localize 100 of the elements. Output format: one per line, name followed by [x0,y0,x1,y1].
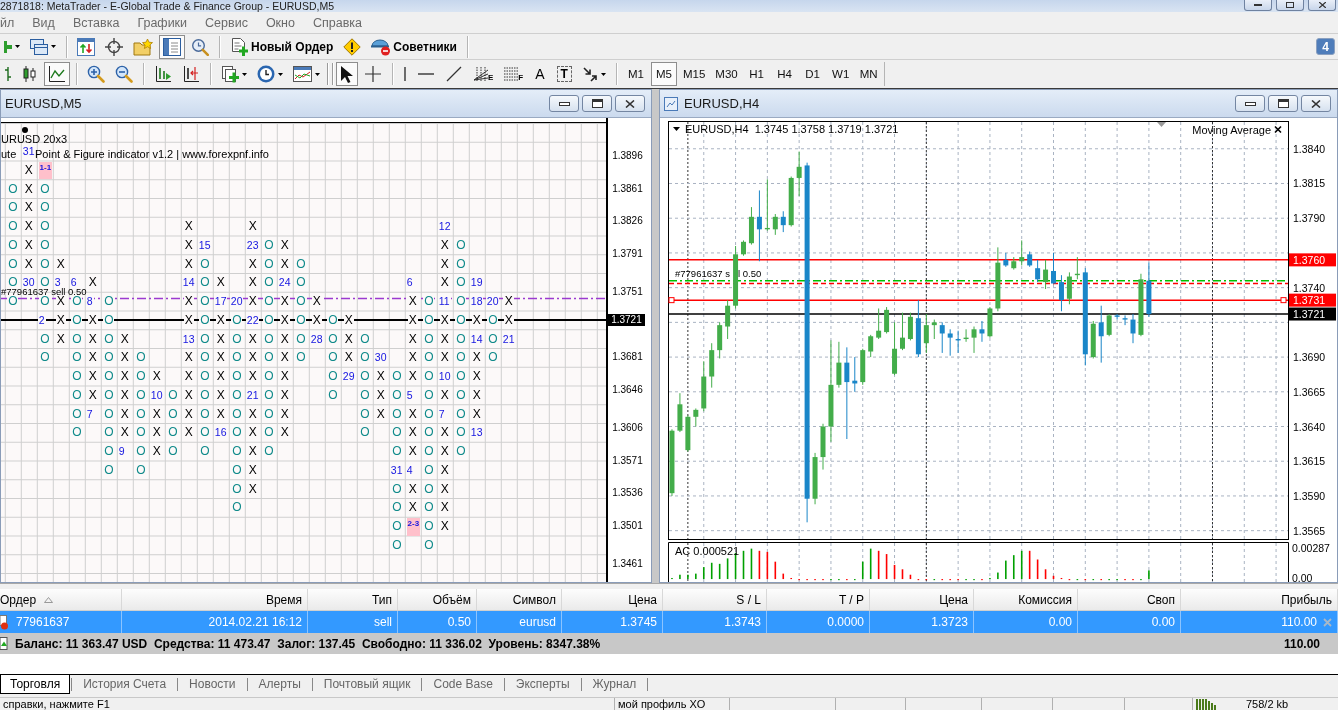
x-mark: X [407,408,418,419]
toolbar-button[interactable] [159,34,185,59]
shift-marker-icon[interactable] [1157,122,1166,127]
column-header[interactable]: Цена [870,589,974,610]
column-header[interactable]: Своп [1078,589,1181,610]
caret-icon[interactable] [673,127,680,131]
timeframe-button[interactable]: W1 [827,62,854,86]
menu-item[interactable]: йл [0,15,15,30]
close-button[interactable] [615,95,645,112]
timeframe-button[interactable]: M30 [711,62,742,86]
timeframe-button[interactable]: H4 [771,62,798,86]
o-mark: O [231,333,243,344]
o-mark: O [359,333,371,344]
o-mark: O [423,427,435,438]
candle-wick [695,407,697,427]
tab[interactable]: Почтовый ящик [313,675,421,694]
timeframe-button[interactable]: H1 [743,62,770,86]
column-header[interactable]: Комиссия [974,589,1078,610]
tab[interactable]: Торговля [0,675,71,694]
menu-item[interactable]: Графики [137,15,188,30]
column-header[interactable]: Ордер [0,589,122,610]
price-line[interactable] [668,313,1289,315]
menu-item[interactable]: Вид [32,15,55,30]
x-mark: X [375,389,386,400]
arrows-icon [581,66,598,82]
toolbar-button[interactable]: Советники [367,34,461,59]
column-header[interactable]: Тип [308,589,398,610]
column-header[interactable]: S / L [663,589,767,610]
chart-label: URUSD 20x3 [1,133,68,145]
tab[interactable]: Журнал [582,675,647,694]
x-mark: X [87,389,98,400]
vertical-line-icon [403,65,407,83]
menu-item[interactable]: Окно [265,15,295,30]
column-header[interactable]: T / P [767,589,870,610]
timeframe-button[interactable]: D1 [799,62,826,86]
x-mark: X [503,314,514,325]
toolbar-button[interactable] [44,62,70,86]
o-mark: O [263,277,275,288]
toolbar-button[interactable]: F [499,62,528,86]
toolbar-button[interactable]: A [529,62,551,86]
column-header[interactable]: Время [122,589,308,610]
x-mark: X [23,258,34,269]
minimize-button[interactable] [549,95,579,112]
axis-label: 1.3815 [1293,177,1326,190]
restore-button[interactable] [1268,95,1298,112]
toolbar-button[interactable]: T [552,62,576,86]
toolbar-button[interactable]: Новый Ордер [226,34,338,59]
price-line[interactable] [668,282,1289,285]
o-mark: O [135,464,147,475]
candle-wick [886,306,888,334]
sort-icon [44,596,54,603]
o-mark: O [455,333,467,344]
menu-item[interactable]: Сервис [205,15,248,30]
o-mark: O [455,314,467,325]
x-mark: X [87,333,98,344]
candle [828,384,834,427]
timeframe-button[interactable]: M15 [678,62,710,86]
minimize-button[interactable] [1235,95,1265,112]
column-header[interactable]: Прибыль [1181,589,1338,610]
candle-wick [727,299,729,340]
close-button[interactable] [1308,0,1336,11]
x-mark: X [119,371,130,382]
handle-icon[interactable] [668,297,675,304]
close-button[interactable] [1301,95,1331,112]
axis-label: 1.3861 [612,182,643,195]
minimize-button[interactable] [1244,0,1272,11]
timeframe-button[interactable]: MN [855,62,882,86]
messages-button[interactable]: 4 [1316,38,1335,55]
timeframe-button[interactable]: M1 [622,62,649,86]
o-mark: O [231,464,243,475]
candle [669,430,675,494]
menu-item[interactable]: Справка [312,15,362,30]
x-mark: X [471,408,482,419]
candle-wick [854,356,856,393]
table-cell: 2014.02.21 16:12 [208,615,302,629]
candle [1090,323,1096,358]
timeframe-button[interactable]: M5 [650,62,677,86]
restore-button[interactable] [582,95,612,112]
tab[interactable]: Эксперты [505,675,580,694]
tab[interactable]: Алерты [248,675,311,694]
x-mark: X [87,371,98,382]
toolbar-button[interactable] [336,62,358,86]
column-header[interactable]: Объём [398,589,477,610]
tab[interactable]: История Счета [73,675,177,694]
candle [717,325,723,351]
tab[interactable]: Code Base [423,675,503,694]
column-header[interactable]: Символ [477,589,562,610]
table-cell: sell [374,615,392,629]
o-mark: O [39,277,51,288]
cross-icon[interactable] [1274,125,1282,134]
tab[interactable]: Новости [179,675,246,694]
o-mark: O [263,408,275,419]
o-mark: O [423,333,435,344]
x-mark: X [183,221,194,232]
restore-button[interactable] [1276,0,1304,11]
column-header[interactable]: Цена [562,589,663,610]
menu-item[interactable]: Вставка [72,15,120,30]
toolbar-button[interactable]: E [469,62,498,86]
handle-icon[interactable] [1280,297,1287,304]
bar-chart-icon [4,65,12,83]
